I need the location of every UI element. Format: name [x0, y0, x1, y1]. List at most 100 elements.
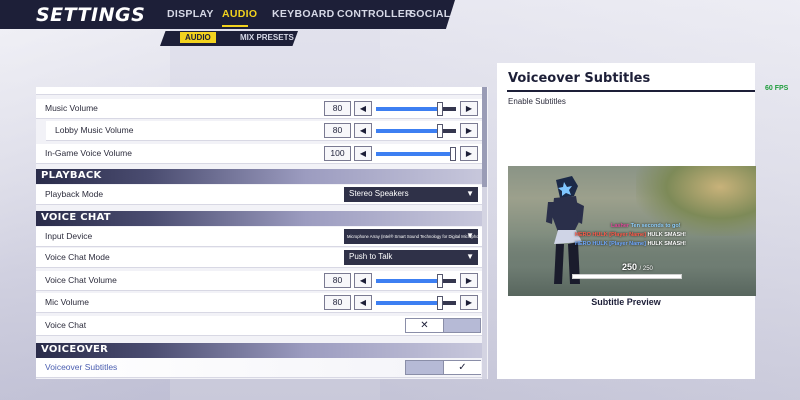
mic-volume-label: Mic Volume [45, 297, 89, 307]
section-header-voiceover: VOICEOVER [36, 343, 486, 358]
chevron-down-icon: ▼ [466, 231, 474, 240]
mic-volume-slider[interactable] [376, 296, 456, 310]
slider-thumb[interactable] [437, 296, 443, 310]
settings-scrollbar[interactable] [482, 87, 487, 379]
subtitle-preview-image: Lasher Ten seconds to go! HERO HULK [Pla… [508, 166, 756, 296]
subtitle-text: HULK SMASH! [647, 232, 686, 238]
lobby-music-volume-row[interactable]: Lobby Music Volume 80 ◀ ▶ [46, 121, 486, 141]
lobby-music-volume-slider[interactable] [376, 124, 456, 138]
subtitle-text: Ten seconds to go! [630, 223, 681, 229]
settings-list: Music Volume 80 ◀ ▶ Lobby Music Volume 8… [36, 87, 488, 379]
title-divider [507, 90, 755, 92]
preview-title: Voiceover Subtitles [508, 71, 651, 86]
mic-volume-decrease-button[interactable]: ◀ [354, 295, 372, 310]
subtitle-player-tag: [Player Name] [609, 241, 646, 247]
preview-description: Enable Subtitles [508, 97, 566, 106]
slider-thumb[interactable] [437, 102, 443, 116]
mic-volume-increase-button[interactable]: ▶ [460, 295, 478, 310]
health-bar [572, 274, 682, 279]
voiceover-subtitles-label: Voiceover Subtitles [45, 362, 118, 372]
slider-thumb[interactable] [437, 274, 443, 288]
subtab-audio[interactable]: AUDIO [180, 32, 216, 43]
page-title: SETTINGS [36, 4, 146, 26]
subtitle-line-3: HERO HULK [Player Name] HULK SMASH! [575, 241, 686, 247]
voice-chat-mode-dropdown[interactable]: Push to Talk ▼ [344, 250, 478, 265]
checkmark-icon: ✓ [443, 361, 481, 374]
section-header-playback: PLAYBACK [36, 169, 486, 184]
settings-row-partial [36, 87, 486, 95]
music-volume-slider[interactable] [376, 102, 456, 116]
voice-chat-volume-value[interactable]: 80 [324, 273, 351, 288]
section-title: PLAYBACK [41, 170, 102, 181]
section-title: VOICE CHAT [41, 212, 111, 223]
subtitle-line-1: Lasher Ten seconds to go! [611, 223, 681, 229]
voiceover-subtitles-row[interactable]: Voiceover Subtitles ✓ [36, 358, 486, 378]
input-device-dropdown[interactable]: Microphone Array (Intel® Smart Sound Tec… [344, 229, 487, 244]
dropdown-value: Stereo Speakers [349, 189, 409, 198]
lobby-music-volume-value[interactable]: 80 [324, 123, 351, 138]
slider-thumb[interactable] [450, 147, 456, 161]
subtitle-speaker: Lasher [611, 223, 630, 229]
music-volume-value[interactable]: 80 [324, 101, 351, 116]
subtitle-speaker: HERO HULK [575, 241, 608, 247]
tab-display[interactable]: DISPLAY [167, 8, 214, 20]
tab-keyboard[interactable]: KEYBOARD [272, 8, 335, 20]
subtitle-line-2: HERO HULK [Player Name] HULK SMASH! [575, 232, 686, 238]
ingame-voice-volume-increase-button[interactable]: ▶ [460, 146, 478, 161]
health-max: / 250 [639, 266, 653, 272]
mic-volume-value[interactable]: 80 [324, 295, 351, 310]
playback-mode-dropdown[interactable]: Stereo Speakers ▼ [344, 187, 478, 202]
music-volume-increase-button[interactable]: ▶ [460, 101, 478, 116]
section-header-voice-chat: VOICE CHAT [36, 211, 486, 226]
close-icon: ✕ [406, 319, 444, 332]
voiceover-subtitles-toggle[interactable]: ✓ [405, 360, 481, 375]
ingame-voice-volume-slider[interactable] [376, 147, 456, 161]
slider-fill [376, 279, 440, 283]
tab-controller[interactable]: CONTROLLER [337, 8, 413, 20]
ingame-voice-volume-row[interactable]: In-Game Voice Volume 100 ◀ ▶ [36, 144, 486, 164]
tab-audio[interactable]: AUDIO [222, 8, 257, 20]
mic-volume-row[interactable]: Mic Volume 80 ◀ ▶ [36, 293, 486, 313]
voice-chat-volume-label: Voice Chat Volume [45, 275, 117, 285]
ingame-voice-volume-decrease-button[interactable]: ◀ [354, 146, 372, 161]
voice-chat-mode-row[interactable]: Voice Chat Mode Push to Talk ▼ [36, 248, 486, 268]
voice-chat-volume-increase-button[interactable]: ▶ [460, 273, 478, 288]
voice-chat-toggle[interactable]: ✕ [405, 318, 481, 333]
ingame-voice-volume-label: In-Game Voice Volume [45, 148, 132, 158]
voice-chat-volume-row[interactable]: Voice Chat Volume 80 ◀ ▶ [36, 271, 486, 291]
dropdown-value: Push to Talk [349, 252, 393, 261]
active-tab-indicator [222, 25, 248, 27]
voice-chat-volume-slider[interactable] [376, 274, 456, 288]
music-volume-row[interactable]: Music Volume 80 ◀ ▶ [36, 99, 486, 119]
slider-fill [376, 301, 440, 305]
lobby-music-volume-decrease-button[interactable]: ◀ [354, 123, 372, 138]
slider-fill [376, 107, 440, 111]
music-volume-decrease-button[interactable]: ◀ [354, 101, 372, 116]
subtab-mix-presets[interactable]: MIX PRESETS [240, 33, 294, 42]
input-device-label: Input Device [45, 231, 93, 241]
character-figure [546, 176, 584, 284]
slider-fill [376, 129, 440, 133]
voice-chat-volume-decrease-button[interactable]: ◀ [354, 273, 372, 288]
voice-chat-toggle-row[interactable]: Voice Chat ✕ [36, 316, 486, 336]
slider-fill [376, 152, 456, 156]
chevron-down-icon: ▼ [466, 189, 474, 198]
music-volume-label: Music Volume [45, 103, 98, 113]
chevron-down-icon: ▼ [466, 252, 474, 261]
subtitle-text: HULK SMASH! [647, 241, 686, 247]
slider-thumb[interactable] [437, 124, 443, 138]
playback-mode-row[interactable]: Playback Mode Stereo Speakers ▼ [36, 185, 486, 205]
tab-social[interactable]: SOCIAL [409, 8, 450, 20]
subtitle-preview-panel: Voiceover Subtitles Enable Subtitles Las… [497, 63, 756, 379]
preview-caption: Subtitle Preview [591, 297, 661, 307]
input-device-row[interactable]: Input Device Microphone Array (Intel® Sm… [36, 227, 487, 247]
health-readout: 250 / 250 [622, 262, 653, 272]
ingame-voice-volume-value[interactable]: 100 [324, 146, 351, 161]
voice-chat-toggle-label: Voice Chat [45, 320, 87, 330]
health-bar-fill [573, 275, 681, 278]
health-current: 250 [622, 262, 638, 272]
subtitle-player-tag: [Player Name] [609, 232, 646, 238]
fps-counter: 60 FPS [765, 85, 789, 92]
scrollbar-thumb[interactable] [482, 87, 487, 187]
lobby-music-volume-increase-button[interactable]: ▶ [460, 123, 478, 138]
